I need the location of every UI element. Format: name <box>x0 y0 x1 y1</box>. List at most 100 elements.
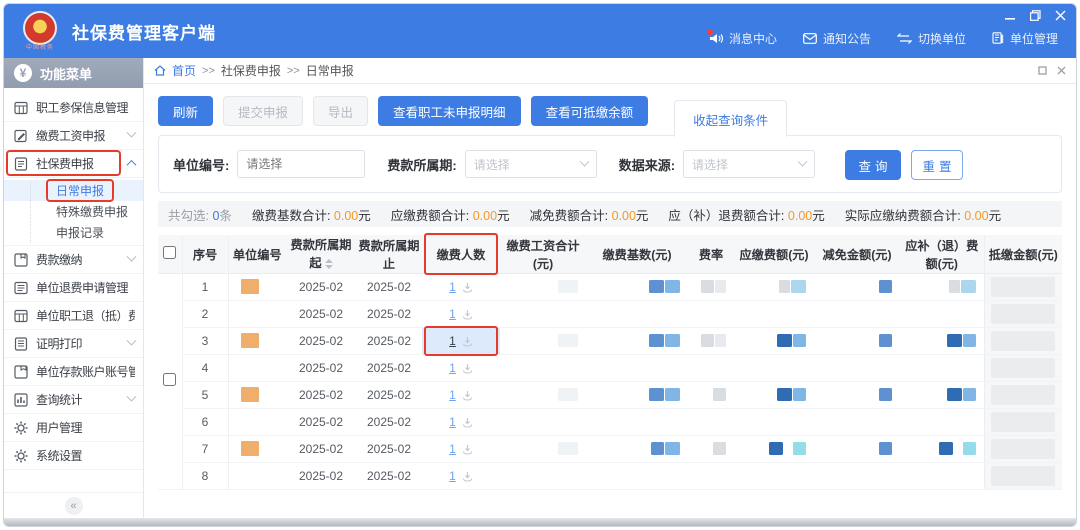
payer-count-link[interactable]: 1 <box>449 361 456 375</box>
select-all-checkbox[interactable] <box>163 246 176 259</box>
cell-base <box>586 273 688 300</box>
redacted-value <box>500 334 586 347</box>
sidebar-item[interactable]: 证明打印 <box>4 330 143 358</box>
unit-number-input[interactable] <box>237 150 365 178</box>
sidebar-item[interactable]: 费款缴纳 <box>4 246 143 274</box>
view-undeclared-detail-button[interactable]: 查看职工未申报明细 <box>378 96 521 126</box>
cell-seq: 7 <box>182 435 228 462</box>
breadcrumb-item: 日常申报 <box>306 62 354 79</box>
menu-notices[interactable]: 通知公告 <box>803 30 871 47</box>
data-source-label: 数据来源: <box>619 155 675 174</box>
download-icon[interactable] <box>462 282 473 293</box>
row-group-checkbox-cell <box>158 273 182 489</box>
menu-message-center[interactable]: 消息中心 <box>709 30 777 47</box>
cell-base <box>586 327 688 354</box>
redacted-value <box>688 388 734 401</box>
main-area: 首页 >> 社保费申报 >> 日常申报 刷新 提交申报 导出 查看职工未申报明细… <box>144 58 1076 518</box>
payer-count-link[interactable]: 1 <box>449 469 456 483</box>
payer-count-link[interactable]: 1 <box>449 307 456 321</box>
download-icon[interactable] <box>462 363 473 374</box>
menu-switch-unit[interactable]: 切换单位 <box>897 30 966 47</box>
sidebar-item[interactable]: 缴费工资申报 <box>4 122 143 150</box>
column-header-check[interactable] <box>158 235 182 273</box>
submit-declaration-button[interactable]: 提交申报 <box>223 96 303 126</box>
cell-refund <box>900 300 984 327</box>
cell-payable <box>734 327 814 354</box>
home-icon <box>154 65 166 76</box>
breadcrumb-item[interactable]: 社保费申报 <box>221 62 281 79</box>
breadcrumb-home[interactable]: 首页 <box>172 62 196 79</box>
download-icon[interactable] <box>462 390 473 401</box>
offset-amount-field[interactable] <box>991 385 1055 405</box>
data-source-select[interactable]: 请选择 <box>683 150 815 178</box>
column-header-count: 缴费人数 <box>422 235 500 273</box>
collapse-sidebar-button[interactable]: « <box>65 497 83 515</box>
cell-start: 2025-02 <box>286 327 356 354</box>
cell-start: 2025-02 <box>286 462 356 489</box>
cell-end: 2025-02 <box>356 408 422 435</box>
cell-reduce <box>814 381 900 408</box>
column-header-base: 缴费基数(元) <box>586 235 688 273</box>
sidebar-item-label: 费款缴纳 <box>36 251 120 268</box>
fee-period-select[interactable]: 请选择 <box>465 150 597 178</box>
sidebar-subitem-label: 日常申报 <box>50 181 110 200</box>
cell-offset <box>984 462 1062 489</box>
offset-amount-field[interactable] <box>991 331 1055 351</box>
sidebar-item[interactable]: 职工参保信息管理 <box>4 94 143 122</box>
sidebar-item[interactable]: 单位职工退（抵）费申请管理 <box>4 302 143 330</box>
offset-amount-field[interactable] <box>991 412 1055 432</box>
fee-period-label: 费款所属期: <box>387 155 456 174</box>
row-checkbox[interactable] <box>163 373 176 386</box>
maximize-icon[interactable] <box>1030 10 1041 21</box>
sidebar-item[interactable]: 单位退费申请管理 <box>4 274 143 302</box>
refresh-button[interactable]: 刷新 <box>158 96 213 126</box>
redacted-value <box>900 334 984 347</box>
view-offset-balance-button[interactable]: 查看可抵缴余额 <box>531 96 649 126</box>
offset-amount-field[interactable] <box>991 277 1055 297</box>
tab-close-icon[interactable] <box>1057 66 1066 75</box>
cell-payable <box>734 408 814 435</box>
cell-count: 1 <box>422 462 500 489</box>
payer-count-link[interactable]: 1 <box>449 415 456 429</box>
sidebar-subitem-label: 特殊缴费申报 <box>50 202 134 221</box>
sidebar-subitem[interactable]: 申报记录 <box>4 222 143 243</box>
payer-count-link[interactable]: 1 <box>449 442 456 456</box>
cell-base <box>586 462 688 489</box>
sidebar-item[interactable]: 查询统计 <box>4 386 143 414</box>
close-icon[interactable] <box>1055 10 1066 21</box>
download-icon[interactable] <box>462 309 473 320</box>
sort-icon[interactable] <box>325 255 333 273</box>
download-icon[interactable] <box>462 417 473 428</box>
download-icon[interactable] <box>462 471 473 482</box>
cell-rate <box>688 435 734 462</box>
cell-count: 1 <box>422 327 500 354</box>
download-icon[interactable] <box>462 444 473 455</box>
sidebar-item[interactable]: 系统设置 <box>4 442 143 470</box>
cell-start: 2025-02 <box>286 300 356 327</box>
sidebar-subitem[interactable]: 日常申报 <box>4 180 143 201</box>
table-row: 62025-022025-021 <box>158 408 1062 435</box>
sidebar-item[interactable]: 用户管理 <box>4 414 143 442</box>
reset-button[interactable]: 重置 <box>911 150 963 180</box>
minimize-icon[interactable] <box>1005 10 1016 21</box>
table-row: 12025-022025-021 <box>158 273 1062 300</box>
payer-count-link[interactable]: 1 <box>449 334 456 348</box>
menu-unit-management[interactable]: 单位管理 <box>992 30 1058 47</box>
print-icon <box>14 337 28 351</box>
cell-base <box>586 354 688 381</box>
column-header-start[interactable]: 费款所属期起 <box>286 235 356 273</box>
offset-amount-field[interactable] <box>991 439 1055 459</box>
sidebar-subitem[interactable]: 特殊缴费申报 <box>4 201 143 222</box>
payer-count-link[interactable]: 1 <box>449 280 456 294</box>
offset-amount-field[interactable] <box>991 466 1055 486</box>
export-button[interactable]: 导出 <box>313 96 368 126</box>
sidebar-item[interactable]: 单位存款账户账号管理 <box>4 358 143 386</box>
tab-maximize-icon[interactable] <box>1038 66 1047 75</box>
search-button[interactable]: 查询 <box>845 150 901 180</box>
sidebar-item[interactable]: 社保费申报 <box>4 150 143 178</box>
download-icon[interactable] <box>462 336 473 347</box>
offset-amount-field[interactable] <box>991 304 1055 324</box>
collapse-query-tab[interactable]: 收起查询条件 <box>674 100 787 137</box>
offset-amount-field[interactable] <box>991 358 1055 378</box>
payer-count-link[interactable]: 1 <box>449 388 456 402</box>
